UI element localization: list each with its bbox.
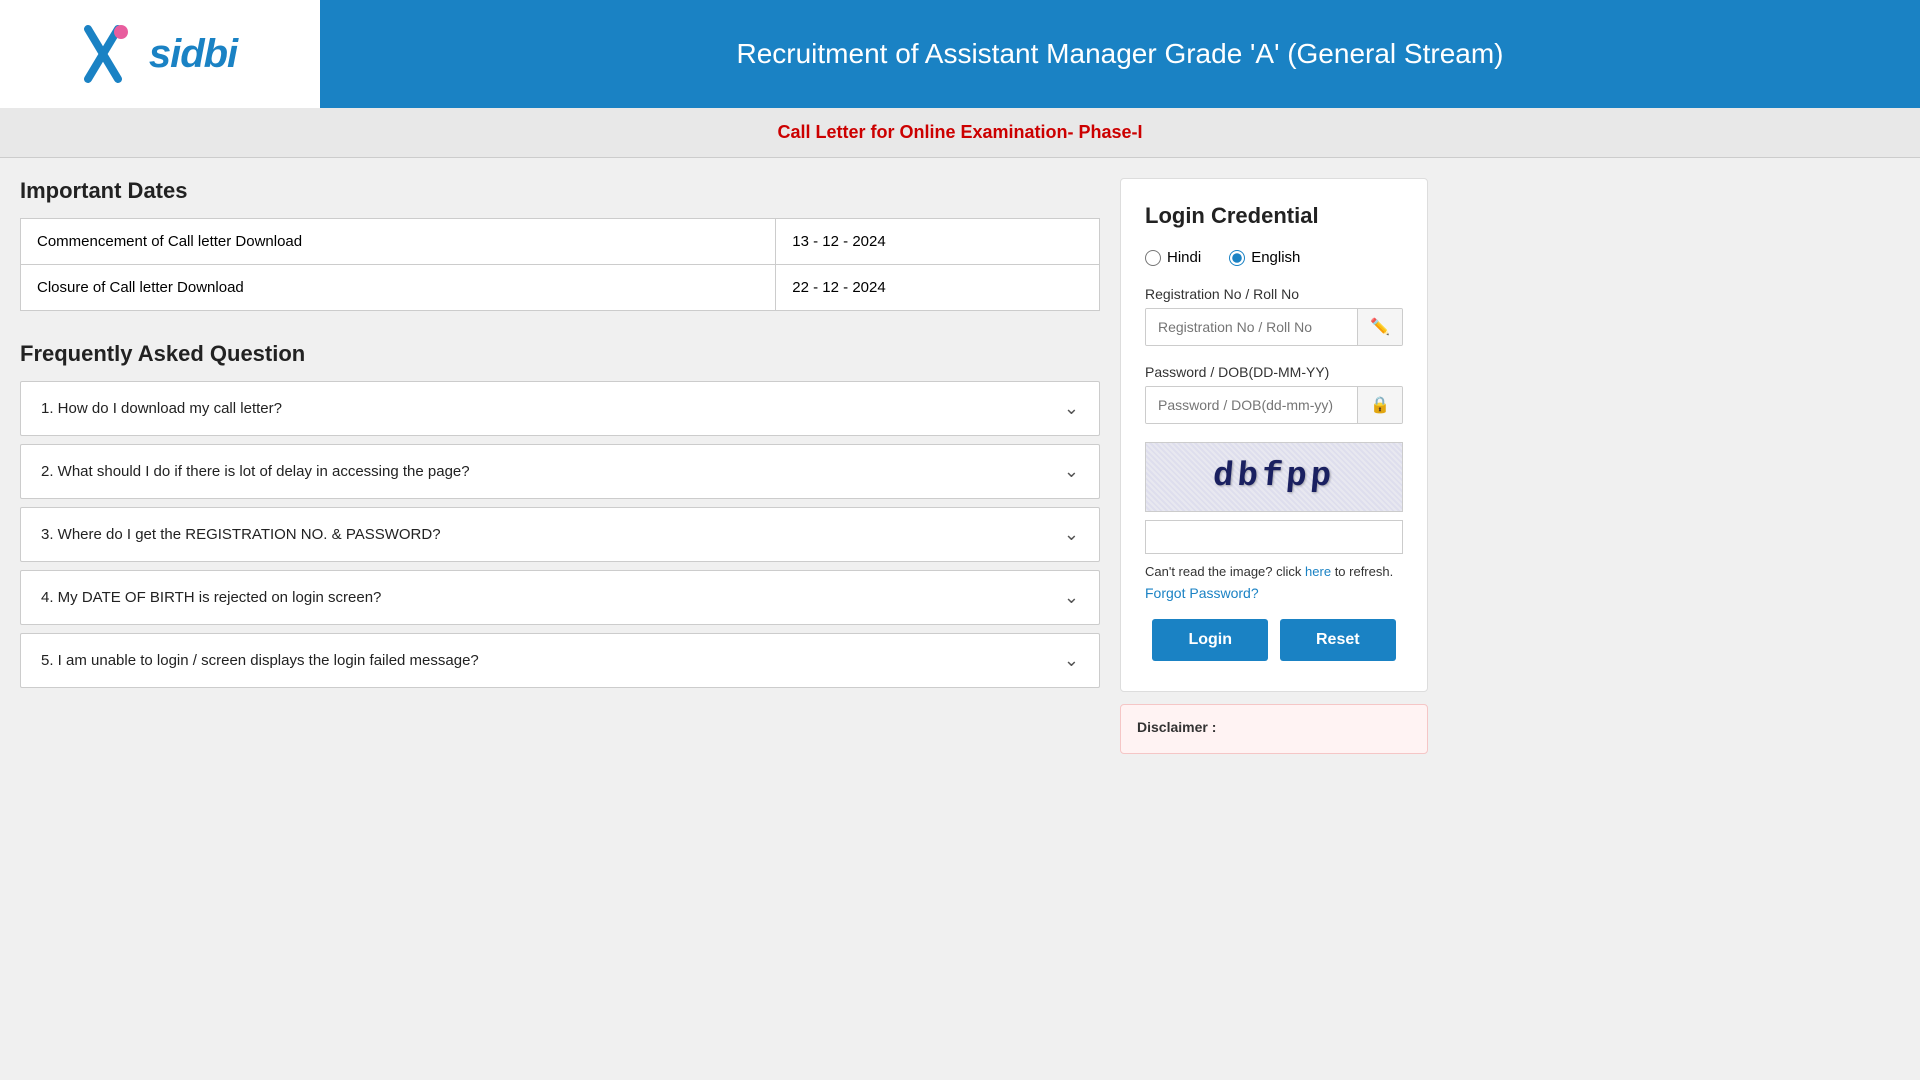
main-content: Important Dates Commencement of Call let… (0, 158, 1920, 774)
faq-question: 5. I am unable to login / screen display… (41, 652, 479, 669)
hindi-option[interactable]: Hindi (1145, 249, 1201, 266)
login-title: Login Credential (1145, 203, 1403, 229)
faq-question: 2. What should I do if there is lot of d… (41, 463, 470, 480)
chevron-down-icon: ⌄ (1064, 650, 1079, 671)
hindi-radio[interactable] (1145, 250, 1161, 266)
english-radio[interactable] (1229, 250, 1245, 266)
sidbi-wordmark: sidbi (149, 32, 237, 77)
faq-title: Frequently Asked Question (20, 341, 1100, 367)
password-input[interactable] (1146, 387, 1357, 423)
logo-container: sidbi (0, 0, 320, 108)
disclaimer-box: Disclaimer : (1120, 704, 1428, 754)
right-panel: Login Credential Hindi English Registrat… (1120, 178, 1428, 754)
login-box: Login Credential Hindi English Registrat… (1120, 178, 1428, 692)
dates-table: Commencement of Call letter Download13 -… (20, 218, 1100, 311)
sub-header-text: Call Letter for Online Examination- Phas… (777, 122, 1142, 142)
captcha-text: dbfpp (1211, 458, 1336, 496)
registration-wrapper: ✏️ (1145, 308, 1403, 346)
faq-item[interactable]: 4. My DATE OF BIRTH is rejected on login… (20, 570, 1100, 625)
header-title: Recruitment of Assistant Manager Grade '… (320, 0, 1920, 108)
page-header: sidbi Recruitment of Assistant Manager G… (0, 0, 1920, 108)
important-dates-title: Important Dates (20, 178, 1100, 204)
faq-item[interactable]: 2. What should I do if there is lot of d… (20, 444, 1100, 499)
faq-question: 1. How do I download my call letter? (41, 400, 282, 417)
date-row: Commencement of Call letter Download13 -… (21, 219, 1100, 265)
date-label: Commencement of Call letter Download (21, 219, 776, 265)
captcha-refresh-link[interactable]: here (1305, 564, 1331, 579)
sidbi-icon (83, 24, 143, 84)
date-value: 22 - 12 - 2024 (776, 265, 1100, 311)
chevron-down-icon: ⌄ (1064, 524, 1079, 545)
disclaimer-title: Disclaimer : (1137, 719, 1411, 735)
registration-input[interactable] (1146, 309, 1357, 345)
english-option[interactable]: English (1229, 249, 1300, 266)
english-label: English (1251, 249, 1300, 266)
chevron-down-icon: ⌄ (1064, 398, 1079, 419)
faq-item[interactable]: 5. I am unable to login / screen display… (20, 633, 1100, 688)
faq-list: 1. How do I download my call letter? ⌄ 2. … (20, 381, 1100, 688)
edit-icon: ✏️ (1357, 309, 1402, 345)
lock-icon: 🔒 (1357, 387, 1402, 423)
date-row: Closure of Call letter Download22 - 12 -… (21, 265, 1100, 311)
captcha-image: dbfpp (1145, 442, 1403, 512)
password-wrapper: 🔒 (1145, 386, 1403, 424)
forgot-password-link[interactable]: Forgot Password? (1145, 585, 1403, 601)
login-buttons: Login Reset (1145, 619, 1403, 661)
login-button[interactable]: Login (1152, 619, 1268, 661)
chevron-down-icon: ⌄ (1064, 461, 1079, 482)
sidbi-logo: sidbi (83, 24, 237, 84)
faq-question: 4. My DATE OF BIRTH is rejected on login… (41, 589, 381, 606)
date-label: Closure of Call letter Download (21, 265, 776, 311)
captcha-refresh-text: Can't read the image? click here to refr… (1145, 564, 1403, 579)
sub-header: Call Letter for Online Examination- Phas… (0, 108, 1920, 158)
captcha-input[interactable] (1145, 520, 1403, 554)
faq-item[interactable]: 1. How do I download my call letter? ⌄ (20, 381, 1100, 436)
left-panel: Important Dates Commencement of Call let… (20, 178, 1100, 754)
language-options: Hindi English (1145, 249, 1403, 266)
faq-question: 3. Where do I get the REGISTRATION NO. &… (41, 526, 441, 543)
reset-button[interactable]: Reset (1280, 619, 1396, 661)
password-label: Password / DOB(DD-MM-YY) (1145, 364, 1403, 380)
date-value: 13 - 12 - 2024 (776, 219, 1100, 265)
hindi-label: Hindi (1167, 249, 1201, 266)
registration-label: Registration No / Roll No (1145, 286, 1403, 302)
faq-item[interactable]: 3. Where do I get the REGISTRATION NO. &… (20, 507, 1100, 562)
chevron-down-icon: ⌄ (1064, 587, 1079, 608)
